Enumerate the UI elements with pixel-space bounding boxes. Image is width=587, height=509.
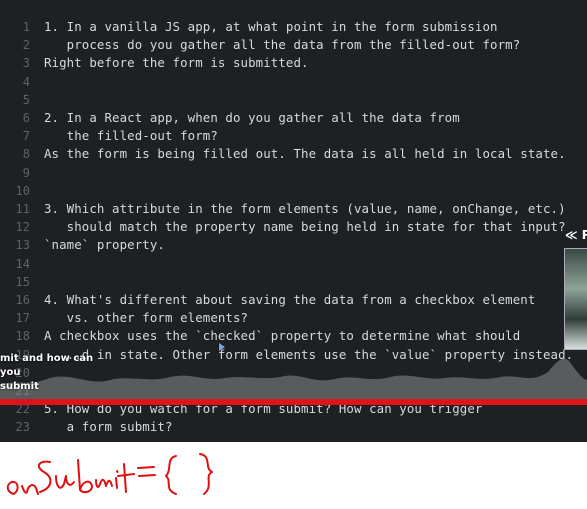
code-line: 12 should match the property name being … <box>0 218 587 236</box>
line-number: 18 <box>15 329 30 344</box>
chapter-tooltip-line1: mit and how can you <box>0 353 94 378</box>
line-text: 4. What's different about saving the dat… <box>44 292 536 307</box>
line-number: 10 <box>15 183 30 198</box>
code-line: 16 4. What's different about saving the d… <box>0 291 587 309</box>
line-number: 12 <box>15 220 30 235</box>
line-text: vs. other form elements? <box>44 310 249 326</box>
line-number: 15 <box>15 274 30 289</box>
code-line: 11 3. Which attribute in the form element… <box>0 200 587 218</box>
line-number: 8 <box>22 147 30 162</box>
mouse-cursor-icon <box>219 343 225 351</box>
code-line: 9 <box>0 164 587 182</box>
code-line: 14 <box>0 255 587 273</box>
code-line: 4 <box>0 73 587 91</box>
line-number: 11 <box>15 202 30 216</box>
code-line: 3 Right before the form is submitted. <box>0 54 587 72</box>
code-line: 23 a form submit? <box>0 418 587 436</box>
code-line: 2 process do you gather all the data fro… <box>0 36 587 54</box>
line-text: process do you gather all the data from … <box>44 37 521 53</box>
code-line: 6 2. In a React app, when do you gather a… <box>0 109 587 127</box>
line-text: should match the property name being hel… <box>44 219 566 235</box>
video-progress-bar[interactable] <box>0 399 587 405</box>
line-text: `name` property. <box>44 237 165 253</box>
line-number: 2 <box>22 38 30 53</box>
line-number: 16 <box>15 293 30 307</box>
code-line: 10 <box>0 182 587 200</box>
video-preview[interactable]: ≪ P <box>562 228 587 350</box>
line-number: 7 <box>22 129 30 144</box>
line-number: 13 <box>15 238 30 253</box>
line-text: Right before the form is submitted. <box>44 55 309 71</box>
line-number: 17 <box>15 311 30 326</box>
code-line: 18 A checkbox uses the `checked` property… <box>0 327 587 345</box>
preview-thumbnail[interactable] <box>564 248 587 350</box>
code-line: 15 <box>0 273 587 291</box>
line-number: 23 <box>15 420 30 435</box>
line-text: a form submit? <box>44 419 173 435</box>
code-editor: 1 1. In a vanilla JS app, at what point i… <box>0 0 587 442</box>
line-text: 1. In a vanilla JS app, at what point in… <box>44 19 498 34</box>
preview-label: ≪ P <box>565 228 587 242</box>
line-text: As the form is being filled out. The dat… <box>44 146 566 162</box>
code-line: 17 vs. other form elements? <box>0 309 587 327</box>
line-number: 6 <box>22 111 30 125</box>
line-number: 5 <box>22 92 30 107</box>
line-number: 4 <box>22 74 30 89</box>
code-line: 7 the filled-out form? <box>0 127 587 145</box>
code-line: 8 As the form is being filled out. The da… <box>0 145 587 163</box>
line-text: 3. Which attribute in the form elements … <box>44 201 566 216</box>
line-number: 14 <box>15 256 30 271</box>
line-text: 2. In a React app, when do you gather al… <box>44 110 460 125</box>
handwriting-annotation <box>6 453 213 495</box>
line-text: the filled-out form? <box>44 128 218 144</box>
code-line: 13 `name` property. <box>0 236 587 254</box>
line-text: A checkbox uses the `checked` property t… <box>44 328 521 344</box>
code-line: 1 1. In a vanilla JS app, at what point i… <box>0 18 587 36</box>
line-number: 1 <box>22 20 30 34</box>
line-number: 9 <box>22 165 30 180</box>
chapter-tooltip-line2: submit <box>0 381 39 392</box>
code-line: 5 <box>0 91 587 109</box>
line-number: 3 <box>22 56 30 71</box>
chapter-tooltip: mit and how can you submit <box>0 352 110 394</box>
